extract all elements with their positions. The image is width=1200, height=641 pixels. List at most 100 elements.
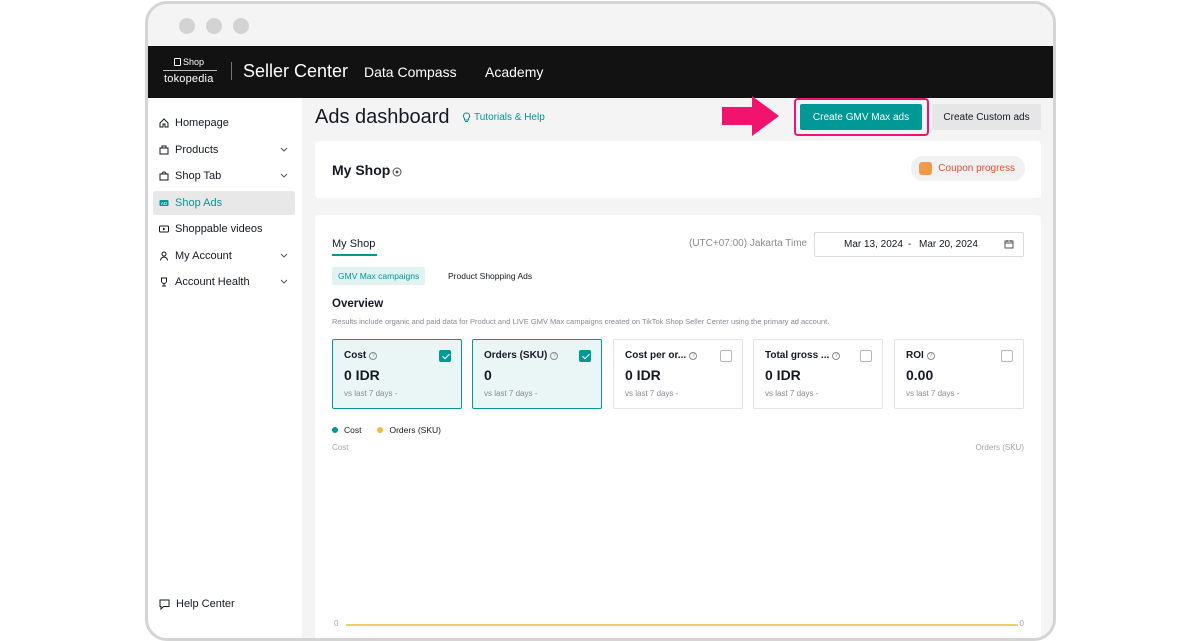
date-to: Mar 20, 2024 [919,239,978,250]
tokopedia-logo[interactable]: tokopedia [164,73,214,85]
brand-divider [231,62,232,80]
date-separator: - [908,239,912,250]
pill-product-shopping-ads[interactable]: Product Shopping Ads [448,267,532,285]
help-icon: ? [689,351,698,360]
chevron-down-icon [279,276,289,286]
sidebar-item-label: Shop Tab [175,170,222,182]
axis-label-left: Cost [332,443,349,452]
svg-text:AD: AD [161,201,168,206]
metric-checkbox[interactable] [860,350,872,362]
tab-underline [332,254,377,256]
shop-card-title: My Shop [332,162,391,178]
chevron-down-icon [279,170,289,180]
top-navigation-bar: Shop tokopedia Seller Center Data Compas… [148,46,1053,98]
legend-label-orders[interactable]: Orders (SKU) [389,425,440,435]
help-center-label: Help Center [176,598,235,610]
pill-gmv-max-campaigns[interactable]: GMV Max campaigns [332,267,426,285]
coupon-icon [919,162,933,175]
sidebar-item-account-health[interactable]: Account Health [153,270,295,294]
pointer-arrow-icon [722,96,779,136]
coupon-progress-label: Coupon progress [938,163,1015,174]
metric-card-orders[interactable]: Orders (SKU)? 0 vs last 7 days - [472,339,602,409]
metric-card-roi[interactable]: ROI? 0.00 vs last 7 days - [894,339,1024,409]
browser-frame: Shop tokopedia Seller Center Data Compas… [145,1,1056,641]
metric-checkbox[interactable] [579,350,591,362]
metric-comparison: vs last 7 days - [906,389,960,398]
window-dot [233,18,249,34]
tutorials-help-link[interactable]: Tutorials & Help [462,112,545,123]
eye-icon[interactable] [392,164,402,182]
sidebar-item-label: Shop Ads [175,197,223,209]
page-title: Ads dashboard [315,106,450,128]
metric-label-text: ROI [906,350,924,361]
video-icon [159,224,169,234]
metric-card-total-gross[interactable]: Total gross ...? 0 IDR vs last 7 days - [753,339,883,409]
help-icon: ? [550,351,559,360]
metric-value: 0 IDR [625,367,661,383]
shop-logo[interactable]: Shop [174,57,204,67]
tab-my-shop[interactable]: My Shop [332,238,375,250]
help-icon: ? [832,351,841,360]
sidebar-item-homepage[interactable]: Homepage [153,111,295,135]
create-gmv-max-ads-button[interactable]: Create GMV Max ads [800,104,922,130]
coupon-progress-button[interactable]: Coupon progress [911,156,1025,181]
chart-baseline [346,624,1018,626]
sidebar-item-my-account[interactable]: My Account [153,244,295,268]
metric-label-text: Cost [344,350,367,361]
lightbulb-icon [462,112,471,122]
metric-label: ROI? [906,350,935,361]
nav-academy[interactable]: Academy [485,64,543,80]
metric-value: 0 IDR [765,367,801,383]
nav-data-compass[interactable]: Data Compass [364,64,457,80]
overview-title: Overview [332,298,384,310]
legend-label-cost[interactable]: Cost [344,425,361,435]
help-center-link[interactable]: Help Center [159,598,235,610]
shop-tab-icon [159,171,169,181]
home-icon [159,118,169,128]
sidebar-item-products[interactable]: Products [153,138,295,162]
sidebar: Homepage Products Shop Tab AD Shop Ads S… [148,98,302,638]
metric-value: 0 [484,367,492,383]
legend-dot-orders [377,427,384,433]
date-range-picker[interactable]: Mar 13, 2024 - Mar 20, 2024 [814,232,1024,257]
sidebar-item-label: Shoppable videos [175,223,263,235]
chat-help-icon [159,599,170,610]
create-custom-ads-button[interactable]: Create Custom ads [932,104,1041,130]
window-dot [206,18,222,34]
axis-zero-right: 0 [1019,619,1024,628]
shop-card: My Shop Coupon progress [315,141,1041,198]
metric-label-text: Total gross ... [765,350,830,361]
box-icon [159,145,169,155]
shopping-bag-icon [174,58,181,66]
chevron-down-icon [279,144,289,154]
metric-label-text: Orders (SKU) [484,350,548,361]
ad-icon: AD [159,198,169,208]
metric-label-text: Cost per or... [625,350,687,361]
metric-comparison: vs last 7 days - [344,389,398,398]
help-icon: ? [369,351,378,360]
tutorials-help-label: Tutorials & Help [474,112,545,123]
metric-card-cost[interactable]: Cost? 0 IDR vs last 7 days - [332,339,462,409]
metric-card-cost-per-order[interactable]: Cost per or...? 0 IDR vs last 7 days - [613,339,743,409]
metric-checkbox[interactable] [439,350,451,362]
metric-value: 0 IDR [344,367,380,383]
sidebar-item-shop-tab[interactable]: Shop Tab [153,164,295,188]
brand-title[interactable]: Seller Center [243,61,348,82]
timezone-label: (UTC+07:00) Jakarta Time [689,238,808,249]
sidebar-item-label: Account Health [175,276,250,288]
window-dot [179,18,195,34]
sidebar-item-shoppable-videos[interactable]: Shoppable videos [153,217,295,241]
trophy-icon [159,277,169,287]
metric-label: Total gross ...? [765,350,841,361]
metric-checkbox[interactable] [720,350,732,362]
metric-checkbox[interactable] [1001,350,1013,362]
sidebar-item-shop-ads[interactable]: AD Shop Ads [153,191,295,215]
overview-description: Results include organic and paid data fo… [332,317,830,326]
axis-label-right: Orders (SKU) [975,443,1024,452]
main-content: Ads dashboard Tutorials & Help Create GM… [302,98,1053,638]
sidebar-item-label: Products [175,144,219,156]
metric-label: Orders (SKU)? [484,350,559,361]
help-icon: ? [926,351,935,360]
sidebar-item-label: Homepage [175,117,229,129]
logo-shop-text: Shop [183,57,205,67]
